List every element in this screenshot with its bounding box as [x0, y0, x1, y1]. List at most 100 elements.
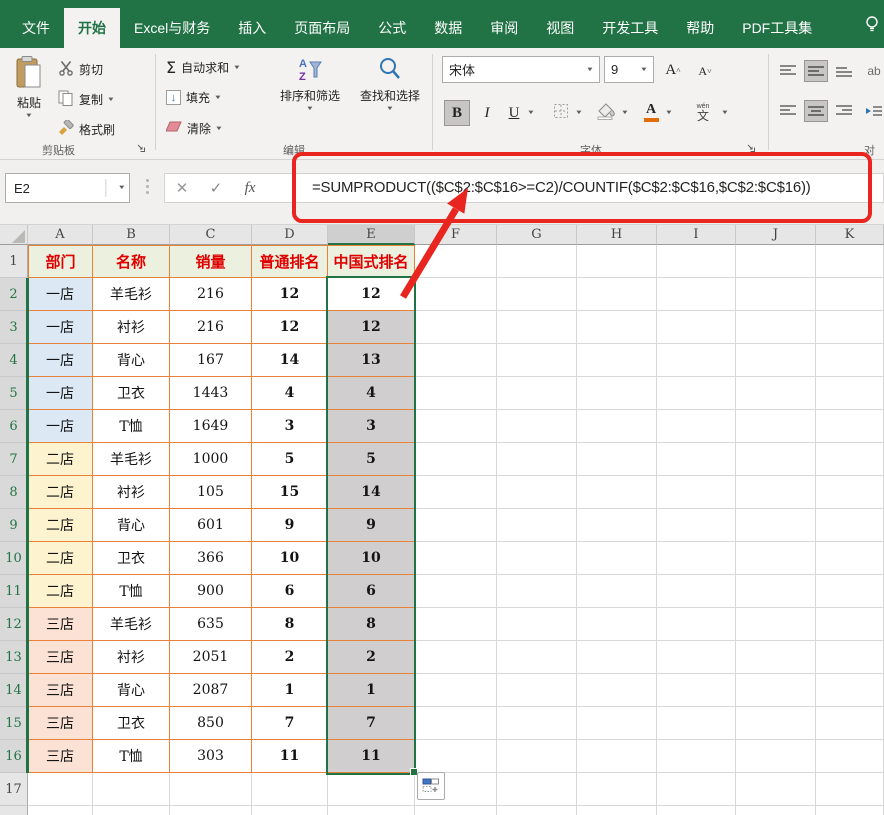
insert-function-icon[interactable]: fx	[233, 180, 267, 197]
cell-J5[interactable]	[736, 377, 816, 410]
cell-G16[interactable]	[497, 740, 577, 773]
cell-H10[interactable]	[577, 542, 657, 575]
cell-D4[interactable]: 14	[252, 344, 328, 377]
cell-D17[interactable]	[252, 773, 328, 806]
cell-I3[interactable]	[657, 311, 736, 344]
cell-B5[interactable]: 卫衣	[93, 377, 170, 410]
row-header-9[interactable]: 9	[0, 509, 28, 542]
cell-F5[interactable]	[415, 377, 497, 410]
cell-G4[interactable]	[497, 344, 577, 377]
cell-K7[interactable]	[816, 443, 884, 476]
cell-B11[interactable]: T恤	[93, 575, 170, 608]
cell-A18[interactable]	[28, 806, 93, 815]
cell-I2[interactable]	[657, 278, 736, 311]
cell-A7[interactable]: 二店	[28, 443, 93, 476]
cell-G15[interactable]	[497, 707, 577, 740]
cell-D12[interactable]: 8	[252, 608, 328, 641]
cell-G7[interactable]	[497, 443, 577, 476]
col-header-I[interactable]: I	[657, 225, 736, 245]
row-header-11[interactable]: 11	[0, 575, 28, 608]
row-header-16[interactable]: 16	[0, 740, 28, 773]
cell-E10[interactable]: 10	[328, 542, 415, 575]
cell-D11[interactable]: 6	[252, 575, 328, 608]
bold-button[interactable]: B	[444, 100, 470, 126]
cell-J10[interactable]	[736, 542, 816, 575]
cell-I5[interactable]	[657, 377, 736, 410]
cell-J13[interactable]	[736, 641, 816, 674]
cell-J9[interactable]	[736, 509, 816, 542]
cell-D3[interactable]: 12	[252, 311, 328, 344]
cell-E11[interactable]: 6	[328, 575, 415, 608]
cell-K1[interactable]	[816, 245, 884, 278]
cancel-icon[interactable]: ✕	[165, 179, 199, 197]
cell-D1[interactable]: 普通排名	[252, 245, 328, 278]
cell-F13[interactable]	[415, 641, 497, 674]
cell-A12[interactable]: 三店	[28, 608, 93, 641]
row-header-7[interactable]: 7	[0, 443, 28, 476]
cell-C4[interactable]: 167	[170, 344, 252, 377]
cell-E5[interactable]: 4	[328, 377, 415, 410]
cell-K6[interactable]	[816, 410, 884, 443]
cell-J1[interactable]	[736, 245, 816, 278]
cell-C10[interactable]: 366	[170, 542, 252, 575]
italic-button[interactable]: I	[476, 100, 498, 126]
tab-home[interactable]: 开始	[64, 8, 120, 48]
auto-fill-options-button[interactable]	[417, 772, 445, 800]
tab-data[interactable]: 数据	[420, 8, 476, 48]
wrap-text-icon[interactable]: ab	[862, 60, 884, 82]
cell-B1[interactable]: 名称	[93, 245, 170, 278]
cell-B17[interactable]	[93, 773, 170, 806]
cell-G14[interactable]	[497, 674, 577, 707]
cell-A2[interactable]: 一店	[28, 278, 93, 311]
cell-A9[interactable]: 二店	[28, 509, 93, 542]
col-header-C[interactable]: C	[170, 225, 252, 245]
cell-H3[interactable]	[577, 311, 657, 344]
cell-K12[interactable]	[816, 608, 884, 641]
cell-C8[interactable]: 105	[170, 476, 252, 509]
cell-B8[interactable]: 衬衫	[93, 476, 170, 509]
cell-C11[interactable]: 900	[170, 575, 252, 608]
cell-H14[interactable]	[577, 674, 657, 707]
tell-me-lightbulb-icon[interactable]	[862, 14, 882, 39]
col-header-B[interactable]: B	[93, 225, 170, 245]
cell-B4[interactable]: 背心	[93, 344, 170, 377]
cell-B16[interactable]: T恤	[93, 740, 170, 773]
tab-page-layout[interactable]: 页面布局	[280, 8, 364, 48]
tab-developer[interactable]: 开发工具	[588, 8, 672, 48]
col-header-D[interactable]: D	[252, 225, 328, 245]
cell-D10[interactable]: 10	[252, 542, 328, 575]
cell-C16[interactable]: 303	[170, 740, 252, 773]
cell-E15[interactable]: 7	[328, 707, 415, 740]
tab-pdf-tools[interactable]: PDF工具集	[728, 8, 826, 48]
row-header-1[interactable]: 1	[0, 245, 28, 278]
cell-E16[interactable]: 11	[328, 740, 415, 773]
cell-C12[interactable]: 635	[170, 608, 252, 641]
paste-button[interactable]: 粘贴 ▼	[6, 56, 52, 119]
cell-A17[interactable]	[28, 773, 93, 806]
cell-C6[interactable]: 1649	[170, 410, 252, 443]
cell-F11[interactable]	[415, 575, 497, 608]
cell-G9[interactable]	[497, 509, 577, 542]
cell-C13[interactable]: 2051	[170, 641, 252, 674]
fill-button[interactable]: ↓ 填充 ▼	[166, 89, 221, 106]
cell-F9[interactable]	[415, 509, 497, 542]
cell-I13[interactable]	[657, 641, 736, 674]
cell-K11[interactable]	[816, 575, 884, 608]
cell-D16[interactable]: 11	[252, 740, 328, 773]
cell-B12[interactable]: 羊毛衫	[93, 608, 170, 641]
cell-J3[interactable]	[736, 311, 816, 344]
cell-K15[interactable]	[816, 707, 884, 740]
row-header-12[interactable]: 12	[0, 608, 28, 641]
fill-color-dropdown-arrow[interactable]: ▼	[621, 110, 629, 116]
font-color-dropdown-arrow[interactable]: ▼	[665, 110, 673, 116]
cell-B13[interactable]: 衬衫	[93, 641, 170, 674]
row-header-2[interactable]: 2	[0, 278, 28, 311]
cell-K2[interactable]	[816, 278, 884, 311]
cell-F8[interactable]	[415, 476, 497, 509]
cell-E14[interactable]: 1	[328, 674, 415, 707]
cell-D7[interactable]: 5	[252, 443, 328, 476]
cell-B7[interactable]: 羊毛衫	[93, 443, 170, 476]
copy-button[interactable]: 复制 ▼	[58, 90, 114, 109]
col-header-E[interactable]: E	[328, 225, 415, 245]
cell-E8[interactable]: 14	[328, 476, 415, 509]
